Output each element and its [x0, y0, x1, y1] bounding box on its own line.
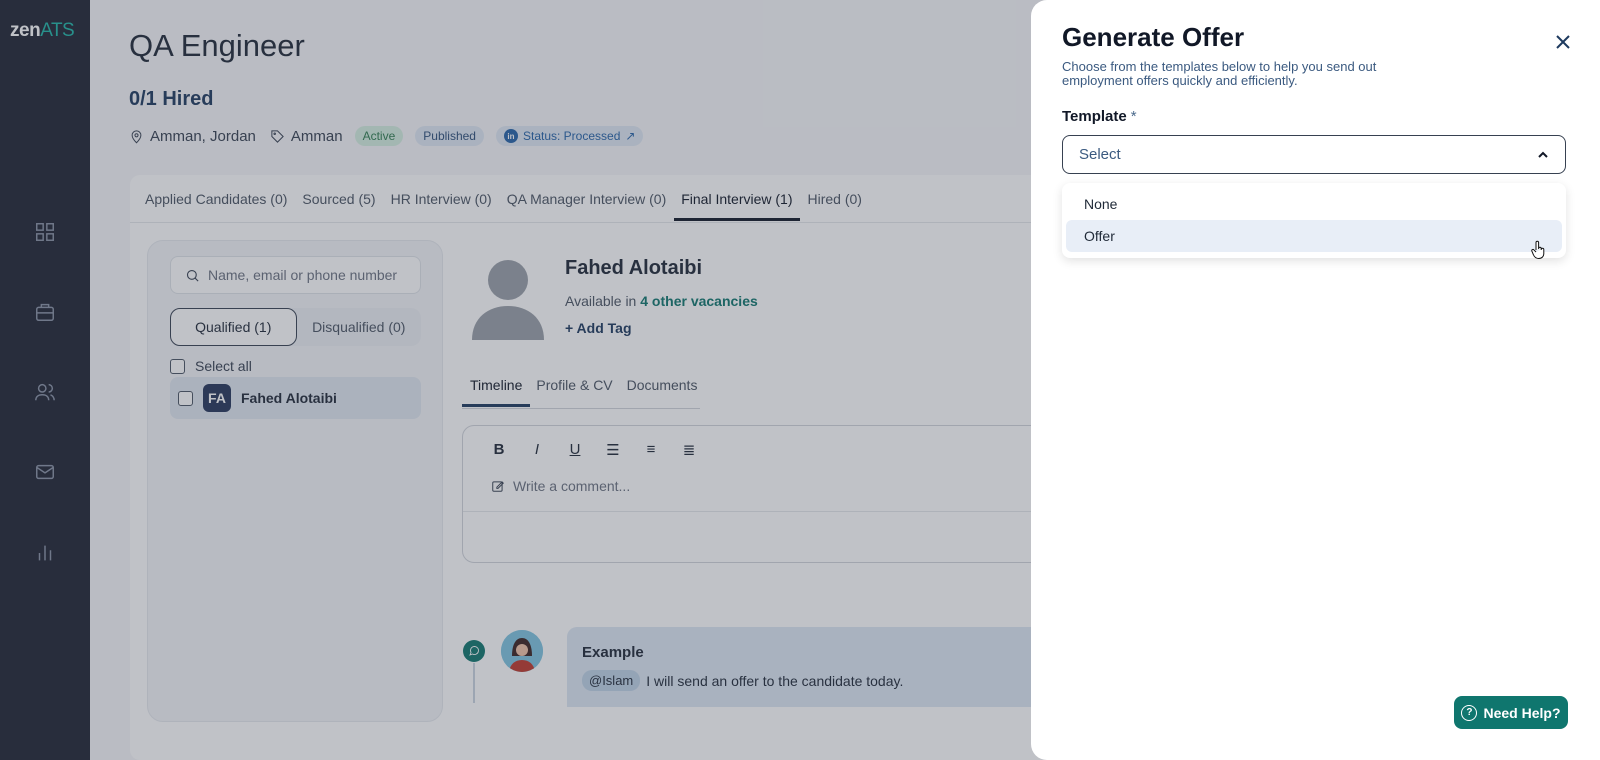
- close-icon[interactable]: [1551, 30, 1575, 54]
- template-select[interactable]: Select: [1062, 135, 1566, 174]
- question-icon: ?: [1461, 704, 1478, 721]
- drawer-subtitle: Choose from the templates below to help …: [1062, 59, 1377, 88]
- template-label: Template *: [1062, 108, 1137, 125]
- chevron-up-icon: [1538, 151, 1548, 158]
- option-offer[interactable]: Offer: [1066, 220, 1562, 252]
- template-dropdown-menu: None Offer: [1062, 183, 1566, 258]
- need-help-button[interactable]: ? Need Help?: [1454, 696, 1568, 729]
- drawer-title: Generate Offer: [1062, 22, 1245, 52]
- option-none[interactable]: None: [1066, 188, 1562, 220]
- generate-offer-drawer: Generate Offer Choose from the templates…: [1031, 0, 1600, 760]
- hand-cursor-icon: [1531, 240, 1545, 260]
